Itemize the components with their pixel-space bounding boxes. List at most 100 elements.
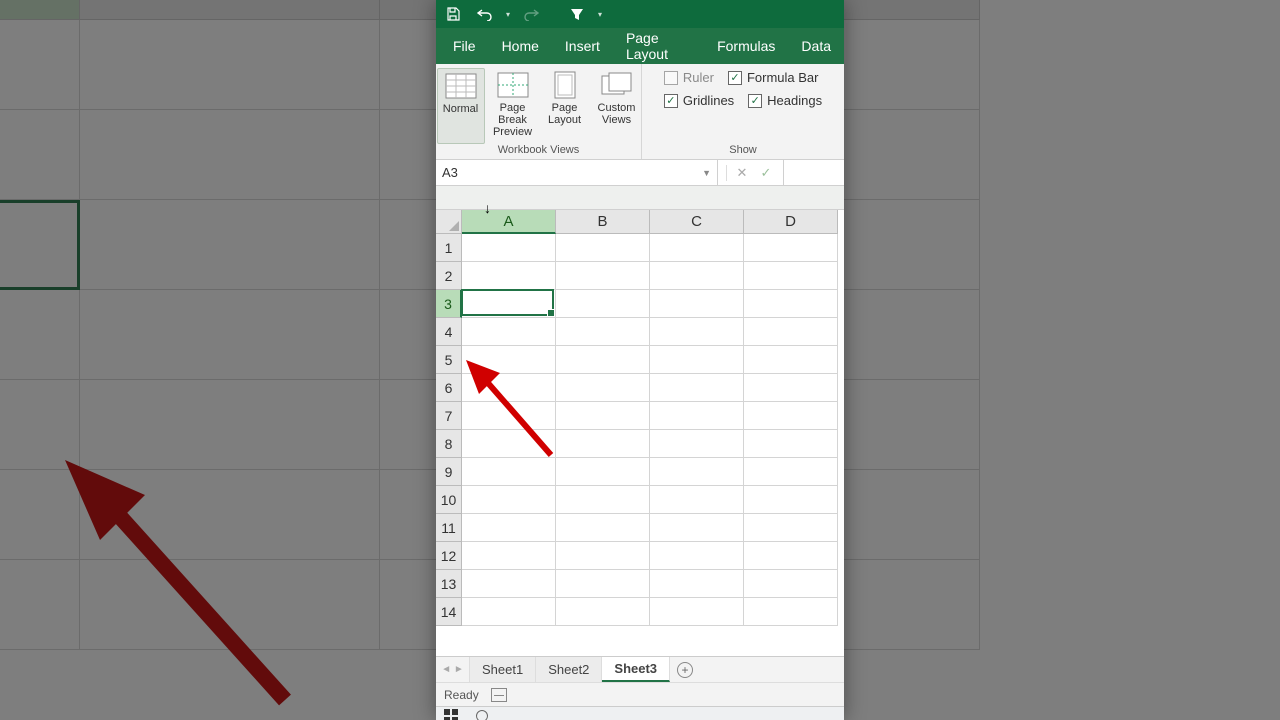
cell[interactable] <box>744 486 838 514</box>
cell[interactable] <box>556 262 650 290</box>
undo-icon[interactable] <box>474 3 496 25</box>
spreadsheet-area[interactable]: ABCD 1234567891011121314 ↓ <box>436 186 844 656</box>
cell[interactable] <box>744 290 838 318</box>
view-page-break-button[interactable]: Page Break Preview <box>489 68 537 144</box>
cell[interactable] <box>650 374 744 402</box>
column-header-B[interactable]: B <box>556 210 650 234</box>
search-icon[interactable] <box>476 710 488 720</box>
gridlines-checkbox[interactable]: ✓Gridlines <box>664 93 734 108</box>
name-box[interactable]: A3 ▼ <box>436 160 718 185</box>
cell[interactable] <box>462 234 556 262</box>
cell[interactable] <box>556 514 650 542</box>
cell[interactable] <box>462 542 556 570</box>
cell[interactable] <box>462 598 556 626</box>
cell[interactable] <box>462 458 556 486</box>
cell[interactable] <box>650 290 744 318</box>
filter-icon[interactable] <box>566 3 588 25</box>
cell[interactable] <box>462 374 556 402</box>
cell[interactable] <box>556 486 650 514</box>
view-page-layout-button[interactable]: Page Layout <box>541 68 589 144</box>
row-header-11[interactable]: 11 <box>436 514 462 542</box>
sheet-nav-buttons[interactable]: ◄ ► <box>436 657 470 682</box>
cell[interactable] <box>556 402 650 430</box>
row-header-5[interactable]: 5 <box>436 346 462 374</box>
cell[interactable] <box>556 458 650 486</box>
cell[interactable] <box>744 318 838 346</box>
cell[interactable] <box>462 514 556 542</box>
cell[interactable] <box>556 346 650 374</box>
windows-start-icon[interactable] <box>444 709 458 720</box>
cell[interactable] <box>650 542 744 570</box>
cell[interactable] <box>650 598 744 626</box>
row-header-6[interactable]: 6 <box>436 374 462 402</box>
row-header-4[interactable]: 4 <box>436 318 462 346</box>
cell[interactable] <box>650 570 744 598</box>
row-header-8[interactable]: 8 <box>436 430 462 458</box>
column-header-A[interactable]: A <box>462 210 556 234</box>
cell[interactable] <box>744 514 838 542</box>
view-normal-button[interactable]: Normal <box>437 68 485 144</box>
view-custom-views-button[interactable]: Custom Views <box>593 68 641 144</box>
cell[interactable] <box>744 374 838 402</box>
sheet-tab-3[interactable]: Sheet3 <box>602 657 670 682</box>
save-icon[interactable] <box>442 3 464 25</box>
row-header-9[interactable]: 9 <box>436 458 462 486</box>
row-header-12[interactable]: 12 <box>436 542 462 570</box>
cell[interactable] <box>744 598 838 626</box>
cell[interactable] <box>744 570 838 598</box>
cell[interactable] <box>744 430 838 458</box>
cell[interactable] <box>462 570 556 598</box>
tab-insert[interactable]: Insert <box>552 28 613 64</box>
cell[interactable] <box>744 234 838 262</box>
row-header-7[interactable]: 7 <box>436 402 462 430</box>
column-header-D[interactable]: D <box>744 210 838 234</box>
cell[interactable] <box>744 542 838 570</box>
cell[interactable] <box>650 458 744 486</box>
column-header-C[interactable]: C <box>650 210 744 234</box>
cell[interactable] <box>462 346 556 374</box>
cell[interactable] <box>650 430 744 458</box>
row-header-13[interactable]: 13 <box>436 570 462 598</box>
cell[interactable] <box>650 346 744 374</box>
cell[interactable] <box>556 318 650 346</box>
formula-bar-checkbox[interactable]: ✓Formula Bar <box>728 70 819 85</box>
row-header-14[interactable]: 14 <box>436 598 462 626</box>
macro-record-icon[interactable] <box>491 688 507 702</box>
cell[interactable] <box>462 430 556 458</box>
cell[interactable] <box>744 262 838 290</box>
cell[interactable] <box>462 290 556 318</box>
chevron-down-icon[interactable]: ▼ <box>702 168 711 178</box>
cell[interactable] <box>650 318 744 346</box>
row-header-2[interactable]: 2 <box>436 262 462 290</box>
cancel-formula-icon[interactable]: ✕ <box>733 164 751 182</box>
cell[interactable] <box>650 234 744 262</box>
enter-formula-icon[interactable]: ✓ <box>757 164 775 182</box>
sheet-tab-1[interactable]: Sheet1 <box>470 657 536 682</box>
cell[interactable] <box>650 402 744 430</box>
cell[interactable] <box>556 234 650 262</box>
new-sheet-button[interactable]: + <box>670 657 700 682</box>
cell[interactable] <box>556 374 650 402</box>
sheet-tab-2[interactable]: Sheet2 <box>536 657 602 682</box>
cell[interactable] <box>462 318 556 346</box>
cell[interactable] <box>744 346 838 374</box>
cell[interactable] <box>650 514 744 542</box>
cell[interactable] <box>744 458 838 486</box>
cell[interactable] <box>556 290 650 318</box>
row-header-10[interactable]: 10 <box>436 486 462 514</box>
tab-page-layout[interactable]: Page Layout <box>613 28 704 64</box>
headings-checkbox[interactable]: ✓Headings <box>748 93 822 108</box>
cell[interactable] <box>556 598 650 626</box>
cell[interactable] <box>650 262 744 290</box>
cell[interactable] <box>556 430 650 458</box>
tab-file[interactable]: File <box>440 28 489 64</box>
tab-home[interactable]: Home <box>489 28 552 64</box>
cell[interactable] <box>462 262 556 290</box>
tab-data[interactable]: Data <box>788 28 844 64</box>
cell[interactable] <box>462 486 556 514</box>
cell[interactable] <box>650 486 744 514</box>
cell[interactable] <box>556 542 650 570</box>
row-headers[interactable]: 1234567891011121314 <box>436 234 462 656</box>
column-headers[interactable]: ABCD <box>462 210 844 234</box>
cell[interactable] <box>462 402 556 430</box>
